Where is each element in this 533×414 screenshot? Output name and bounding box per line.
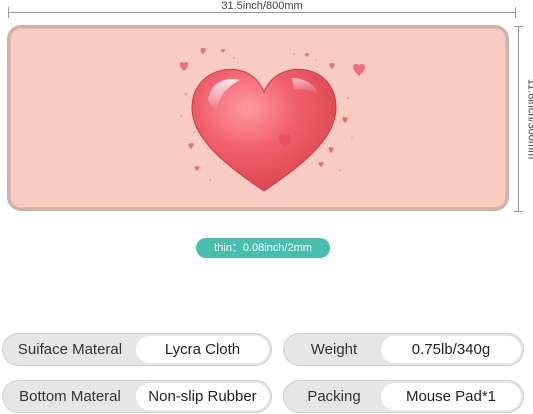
spec-label: Weight [310,341,358,358]
spec-value: Mouse Pad*1 [381,383,521,410]
spec-bottom-material: Bottom Materal Non-slip Rubber [2,380,272,413]
heart-artwork [179,48,365,192]
spec-value: 0.75lb/340g [381,336,521,363]
height-dimension: 11.8inch/300mm [514,26,533,212]
spec-label: Bottom Materal [19,388,121,405]
spec-label: Suiface Materal [17,341,123,358]
height-dimension-tick-top [514,26,523,27]
spec-surface-material: Suiface Materal Lycra Cloth [2,333,272,366]
height-label: 11.8inch/300mm [524,69,533,169]
width-dimension-tick-left [8,7,9,18]
spec-value: Lycra Cloth [136,336,269,363]
spec-packing: Packing Mouse Pad*1 [283,380,524,413]
big-heart-icon [191,68,337,192]
mouse-pad [7,25,509,211]
width-dimension-line [8,12,516,13]
spec-weight: Weight 0.75lb/340g [283,333,524,366]
width-dimension: 31.5inch/800mm [8,0,516,18]
width-label: 31.5inch/800mm [215,0,309,12]
spec-value: Non-slip Rubber [136,383,269,410]
height-dimension-line [518,26,519,212]
height-dimension-tick-bottom [514,211,523,212]
thickness-badge: thin：0.08inch/2mm [196,238,330,258]
width-dimension-tick-right [515,7,516,18]
spec-label: Packing [307,388,361,405]
